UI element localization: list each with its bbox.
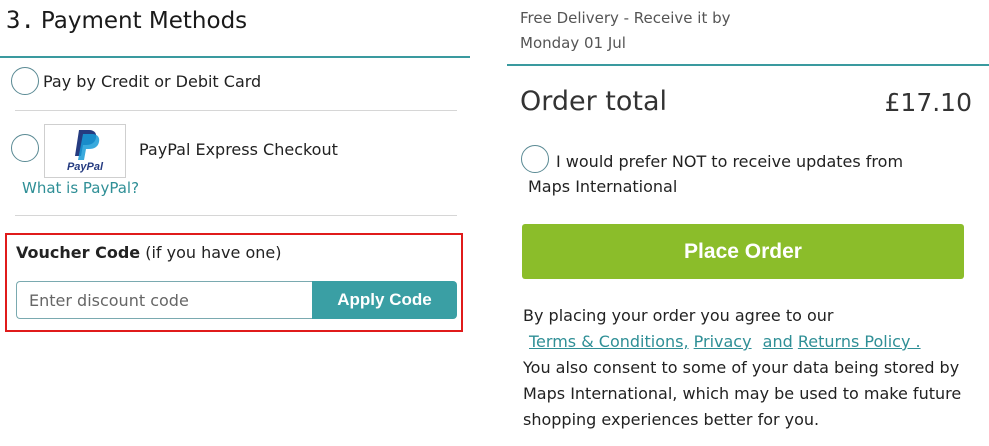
heading-divider: [0, 56, 470, 58]
privacy-link[interactable]: Privacy: [694, 332, 752, 351]
order-total-label: Order total: [520, 86, 668, 117]
payment-methods-heading: 3. Payment Methods: [6, 6, 247, 34]
legal-intro: By placing your order you agree to our: [523, 306, 834, 325]
paypal-radio-button[interactable]: [11, 134, 39, 162]
step-number: 3.: [6, 6, 35, 34]
paypal-option-label[interactable]: PayPal Express Checkout: [139, 140, 338, 159]
and-link[interactable]: and: [763, 332, 793, 351]
voucher-title-note: (if you have one): [145, 243, 282, 262]
delivery-date: Monday 01 Jul: [520, 34, 626, 52]
card-option-label[interactable]: Pay by Credit or Debit Card: [43, 72, 261, 91]
paypal-logo-text: PayPal: [67, 161, 104, 173]
optout-line-1: I would prefer NOT to receive updates fr…: [556, 152, 904, 171]
voucher-title: Voucher Code (if you have one): [16, 243, 281, 262]
order-divider: [507, 64, 989, 66]
discount-code-input[interactable]: [16, 281, 314, 319]
what-is-paypal-link[interactable]: What is PayPal?: [22, 179, 139, 197]
optout-line-2: Maps International: [528, 177, 678, 196]
card-radio-button[interactable]: [11, 67, 39, 95]
voucher-title-bold: Voucher Code: [16, 243, 141, 262]
returns-policy-link[interactable]: Returns Policy .: [798, 332, 921, 351]
marketing-optout-label[interactable]: I would prefer NOT to receive updates fr…: [528, 149, 948, 199]
delivery-line-1: Free Delivery - Receive it by: [520, 9, 731, 27]
apply-code-button[interactable]: Apply Code: [312, 281, 457, 319]
payment-heading-text: Payment Methods: [40, 8, 248, 34]
order-total-value: £17.10: [884, 88, 972, 117]
legal-notice: By placing your order you agree to our T…: [523, 303, 983, 433]
place-order-button[interactable]: Place Order: [522, 224, 964, 279]
option-divider: [15, 215, 457, 216]
delivery-info: Free Delivery - Receive it by Monday 01 …: [520, 6, 820, 56]
legal-consent: You also consent to some of your data be…: [523, 358, 962, 429]
option-divider: [15, 110, 457, 111]
paypal-logo-icon: PayPal: [44, 124, 126, 178]
terms-link[interactable]: Terms & Conditions,: [529, 332, 689, 351]
